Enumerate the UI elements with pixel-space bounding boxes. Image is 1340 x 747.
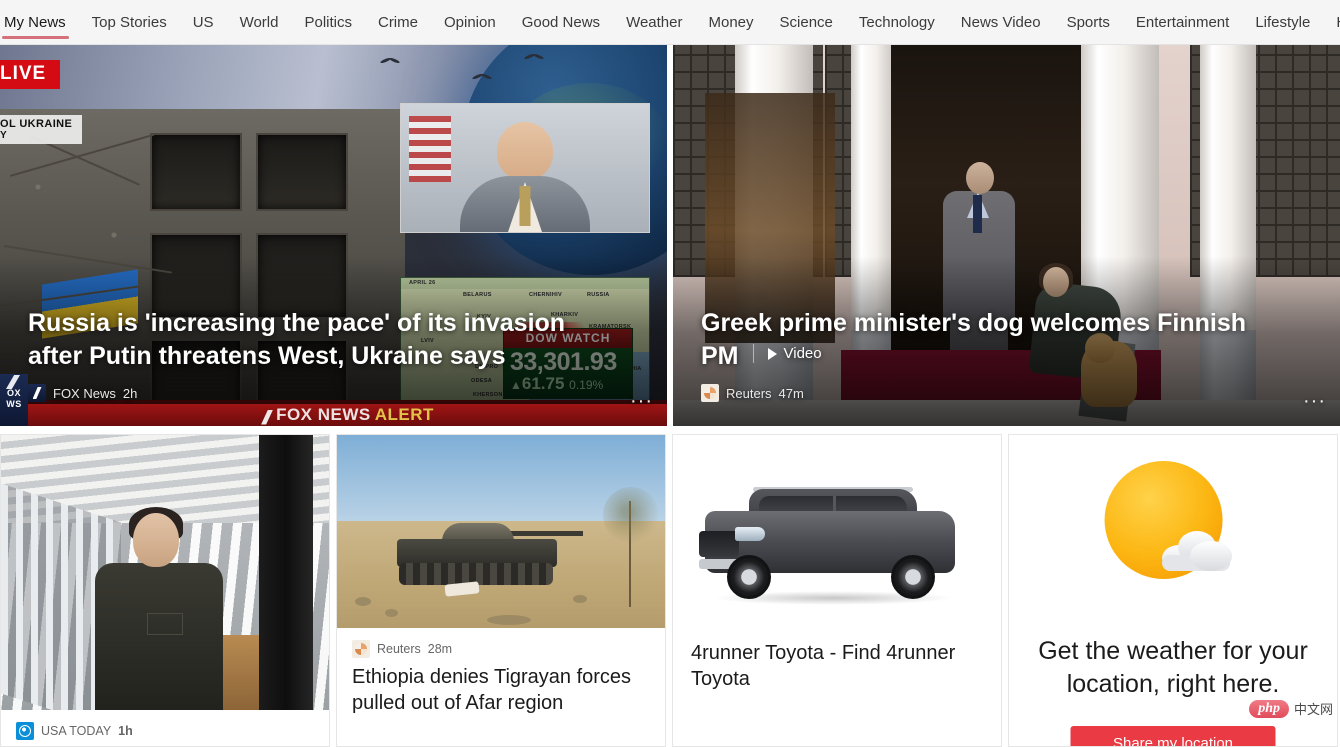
hero-left-source: FOX News [53, 385, 116, 401]
nav-item-us[interactable]: US [180, 0, 227, 44]
hero-right-time: 47m [778, 385, 804, 401]
hero-left-more-button[interactable]: ··· [630, 391, 653, 411]
map-label: KHERSON [473, 392, 503, 398]
nav-item-entertainment[interactable]: Entertainment [1123, 0, 1242, 44]
alert-text-secondary: ALERT [374, 405, 434, 424]
video-label: Video [783, 344, 822, 362]
nav-item-label: US [192, 13, 214, 31]
hero-card-russia-invasion[interactable]: BELARUS CHERNIHIV RUSSIA KYIV KHARKIV KR… [0, 45, 667, 426]
promo-card-weather[interactable]: Get the weather for your location, right… [1008, 434, 1338, 747]
cloud-icon [1160, 531, 1233, 571]
up-arrow-icon: ▲ [510, 378, 522, 393]
map-label: RUSSIA [587, 292, 610, 298]
card-row: USA TODAY 1h Reuters 28m Ethiopia denies… [0, 434, 1340, 747]
fox-news-alert-banner: FOX NEWS ALERT [28, 404, 667, 426]
weather-illustration [1009, 435, 1337, 635]
nav-item-sports[interactable]: Sports [1054, 0, 1123, 44]
video-call-inset [400, 103, 650, 233]
nav-item-news-video[interactable]: News Video [948, 0, 1054, 44]
suv-illustration [699, 487, 961, 605]
dow-change-value: 61.75 [521, 374, 565, 394]
news-card-attribution: USA TODAY 1h [16, 722, 314, 740]
nav-item-technology[interactable]: Technology [846, 0, 948, 44]
video-badge[interactable]: Video [752, 343, 822, 364]
nav-item-label: Top Stories [91, 13, 167, 31]
live-badge: LIVE [0, 60, 61, 89]
reuters-avatar-icon [701, 384, 719, 402]
hero-row: BELARUS CHERNIHIV RUSSIA KYIV KHARKIV KR… [0, 45, 1340, 426]
fox-network-bug: OX WS [0, 374, 28, 426]
nav-item-label: Lifestyle [1255, 13, 1311, 31]
share-location-button[interactable]: Share my location [1070, 726, 1276, 746]
hero-right-title: Greek prime minister's dog welcomes Finn… [701, 307, 1280, 372]
fox-slash-icon [261, 409, 274, 425]
nav-item-label: Sports [1066, 13, 1110, 31]
nav-item-politics[interactable]: Politics [291, 0, 365, 44]
nav-item-opinion[interactable]: Opinion [431, 0, 509, 44]
map-label: CHERNIHIV [529, 292, 562, 298]
dow-change-percent: 0.19% [569, 378, 604, 393]
ad-image [673, 435, 1001, 640]
nav-item-label: World [239, 13, 279, 31]
site-watermark: php 中文网 [1249, 699, 1333, 718]
nav-item-world[interactable]: World [227, 0, 292, 44]
news-card-time: 1h [118, 724, 133, 738]
hero-left-title: Russia is 'increasing the pace' of its i… [28, 309, 566, 370]
nav-item-label: Money [708, 13, 754, 31]
nav-item-label: Weather [626, 13, 683, 31]
hero-right-source: Reuters [726, 385, 772, 401]
nav-item-crime[interactable]: Crime [365, 0, 431, 44]
nav-item-science[interactable]: Science [767, 0, 846, 44]
news-card-source: USA TODAY [41, 724, 112, 738]
map-label: BELARUS [463, 292, 492, 298]
nav-item-label: Entertainment [1135, 13, 1230, 31]
news-card-ethiopia[interactable]: Reuters 28m Ethiopia denies Tigrayan for… [336, 434, 666, 747]
alert-text-primary: FOX NEWS [276, 405, 371, 424]
nav-item-money[interactable]: Money [695, 0, 766, 44]
news-card-attribution: Reuters 28m [352, 640, 650, 658]
hero-left-attribution: FOX News 2h [28, 384, 137, 402]
nav-item-label: Politics [304, 13, 352, 31]
nav-item-label: My News [4, 13, 66, 31]
watermark-suffix: 中文网 [1293, 702, 1333, 717]
usatoday-avatar-icon [16, 722, 34, 740]
news-card-title: Ethiopia denies Tigrayan forces pulled o… [352, 666, 632, 715]
nav-item-health-and[interactable]: Health and [1323, 0, 1340, 44]
category-nav[interactable]: My News Top Stories US World Politics Cr… [0, 0, 1340, 45]
map-date-label: APRIL 26 [409, 280, 436, 286]
nav-item-label: Crime [377, 13, 418, 31]
news-card-time: 28m [427, 642, 453, 656]
location-line-2: Y [0, 130, 8, 141]
nav-item-label: Good News [521, 13, 601, 31]
location-line-1: OL UKRAINE [0, 118, 73, 130]
watermark-brand: php [1249, 699, 1289, 718]
news-card-image [337, 435, 665, 628]
nav-item-top-stories[interactable]: Top Stories [79, 0, 180, 44]
nav-item-lifestyle[interactable]: Lifestyle [1242, 0, 1323, 44]
nav-item-label: Opinion [443, 13, 496, 31]
hero-card-greek-pm-dog[interactable]: Greek prime minister's dog welcomes Finn… [673, 45, 1340, 426]
hero-right-attribution: Reuters 47m [701, 384, 804, 402]
news-card-usatoday[interactable]: USA TODAY 1h [0, 434, 330, 747]
nav-item-label: Health and [1336, 14, 1340, 31]
ad-card-toyota-4runner[interactable]: 4runner Toyota - Find 4runner Toyota [672, 434, 1002, 747]
dow-change: ▲61.75 0.19% [510, 374, 626, 394]
hero-right-more-button[interactable]: ··· [1303, 391, 1326, 411]
news-card-source: Reuters [377, 642, 421, 656]
nav-item-good-news[interactable]: Good News [509, 0, 613, 44]
promo-card-title: Get the weather for your location, right… [1038, 637, 1308, 698]
ad-card-title: 4runner Toyota - Find 4runner Toyota [691, 642, 956, 691]
reuters-avatar-icon [352, 640, 370, 658]
nav-item-label: Science [779, 13, 833, 31]
hero-left-time: 2h [122, 385, 138, 401]
play-icon [767, 347, 777, 360]
map-label: ODESA [471, 378, 493, 384]
news-card-image [1, 435, 329, 710]
nav-item-label: News Video [960, 13, 1041, 31]
fox-news-avatar-icon [28, 384, 46, 402]
nav-item-label: Technology [858, 13, 935, 31]
location-badge: OL UKRAINE Y [0, 115, 83, 144]
nav-item-weather[interactable]: Weather [613, 0, 695, 44]
nav-item-my-news[interactable]: My News [0, 0, 79, 44]
